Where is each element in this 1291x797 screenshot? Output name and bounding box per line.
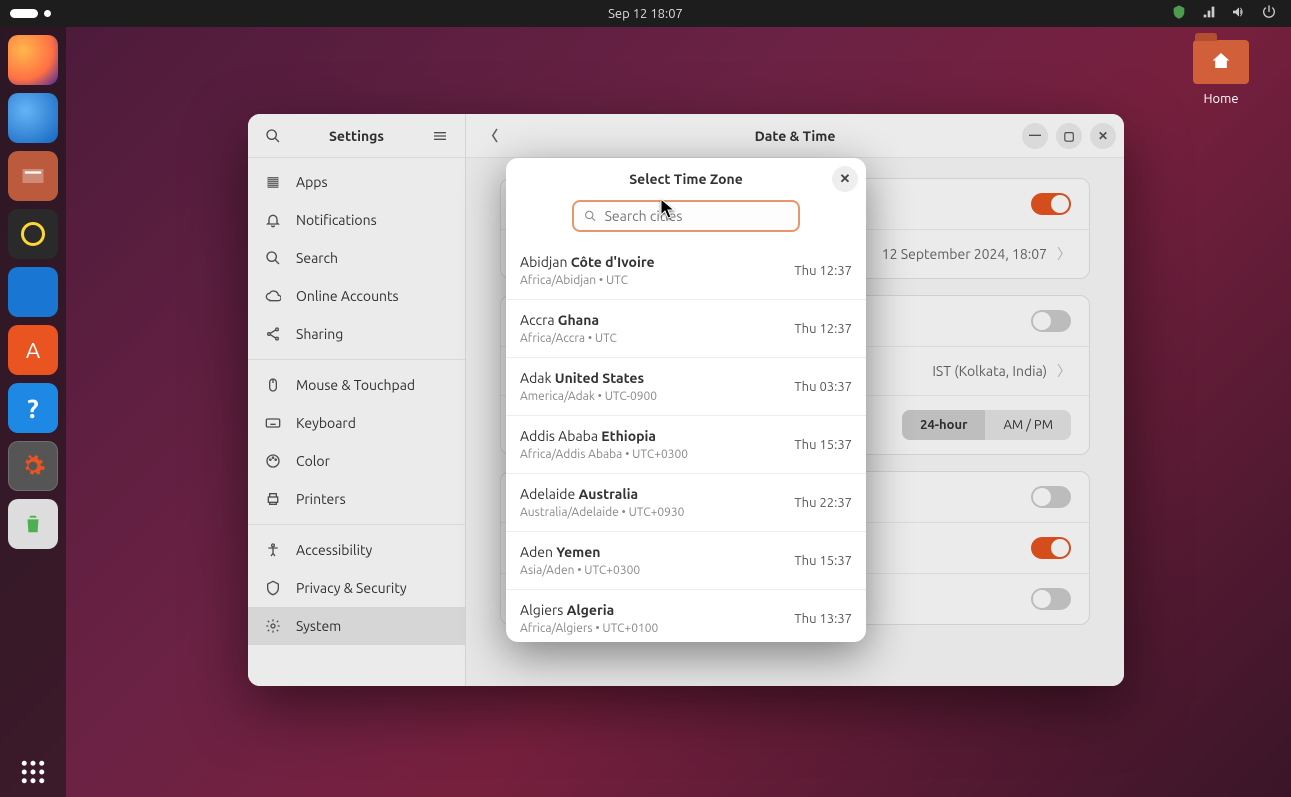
tz-time: Thu 22:37 (784, 496, 852, 510)
timezone-item[interactable]: Algiers Algeria Africa/Algiers • UTC+0100… (506, 590, 866, 642)
help-icon[interactable]: ? (8, 383, 58, 433)
software-center-icon[interactable]: A (8, 325, 58, 375)
firefox-icon[interactable] (8, 35, 58, 85)
tz-city: Accra (520, 312, 555, 328)
tz-country: United States (555, 370, 644, 386)
tz-country: Algeria (567, 602, 615, 618)
rhythmbox-icon[interactable] (8, 209, 58, 259)
tz-time: Thu 12:37 (784, 264, 852, 278)
activities-pill-icon (10, 9, 38, 18)
top-bar: Sep 12 18:07 (0, 0, 1291, 27)
timezone-item[interactable]: Addis Ababa Ethiopia Africa/Addis Ababa •… (506, 416, 866, 474)
tz-city: Abidjan (520, 254, 567, 270)
tz-zone-offset: Africa/Accra • UTC (520, 332, 617, 345)
tz-city: Adelaide (520, 486, 575, 502)
tz-zone-offset: Africa/Abidjan • UTC (520, 274, 655, 287)
timezone-item[interactable]: Accra Ghana Africa/Accra • UTC Thu 12:37 (506, 300, 866, 358)
search-icon (584, 209, 597, 223)
search-input[interactable] (605, 208, 788, 224)
timezone-item[interactable]: Aden Yemen Asia/Aden • UTC+0300 Thu 15:37 (506, 532, 866, 590)
tz-zone-offset: Africa/Addis Ababa • UTC+0300 (520, 448, 688, 461)
dock: A ? (0, 27, 66, 797)
tz-city: Addis Ababa (520, 428, 598, 444)
network-icon[interactable] (1201, 4, 1217, 23)
folder-icon (1193, 40, 1249, 84)
trash-icon[interactable] (8, 499, 58, 549)
tz-country: Ethiopia (601, 428, 656, 444)
timezone-item[interactable]: Adelaide Australia Australia/Adelaide • U… (506, 474, 866, 532)
files-icon[interactable] (8, 151, 58, 201)
tz-zone-offset: Africa/Algiers • UTC+0100 (520, 622, 658, 635)
power-icon[interactable] (1261, 4, 1277, 23)
tz-city: Algiers (520, 602, 563, 618)
tz-city: Aden (520, 544, 553, 560)
tz-country: Côte d'Ivoire (571, 254, 655, 270)
modal-header: Select Time Zone ✕ (506, 158, 866, 200)
tz-country: Australia (578, 486, 638, 502)
tz-zone-offset: America/Adak • UTC-0900 (520, 390, 657, 403)
security-shield-icon[interactable] (1171, 4, 1187, 23)
activities-dot-icon (44, 10, 51, 17)
settings-icon[interactable] (8, 441, 58, 491)
tz-time: Thu 03:37 (784, 380, 852, 394)
tz-time: Thu 15:37 (784, 438, 852, 452)
timezone-item[interactable]: Adak United States America/Adak • UTC-090… (506, 358, 866, 416)
modal-title: Select Time Zone (629, 171, 743, 187)
libreoffice-writer-icon[interactable] (8, 267, 58, 317)
home-label: Home (1181, 92, 1261, 106)
tz-zone-offset: Australia/Adelaide • UTC+0930 (520, 506, 684, 519)
modal-search-wrap (506, 200, 866, 242)
thunderbird-icon[interactable] (8, 93, 58, 143)
tz-city: Adak (520, 370, 552, 386)
timezone-list[interactable]: Abidjan Côte d'Ivoire Africa/Abidjan • UT… (506, 242, 866, 642)
search-box[interactable] (572, 200, 800, 232)
timezone-modal: Select Time Zone ✕ Abidjan Côte d'Ivoire… (506, 158, 866, 642)
tz-country: Yemen (556, 544, 600, 560)
tz-country: Ghana (558, 312, 599, 328)
show-apps-icon[interactable] (8, 747, 58, 797)
tz-zone-offset: Asia/Aden • UTC+0300 (520, 564, 640, 577)
clock[interactable]: Sep 12 18:07 (608, 7, 683, 21)
volume-icon[interactable] (1231, 4, 1247, 23)
tz-time: Thu 15:37 (784, 554, 852, 568)
tz-time: Thu 12:37 (784, 322, 852, 336)
activities-corner[interactable] (0, 9, 51, 18)
timezone-item[interactable]: Abidjan Côte d'Ivoire Africa/Abidjan • UT… (506, 242, 866, 300)
tz-time: Thu 13:37 (784, 612, 852, 626)
home-folder[interactable]: Home (1181, 40, 1261, 106)
modal-close-button[interactable]: ✕ (832, 166, 858, 192)
